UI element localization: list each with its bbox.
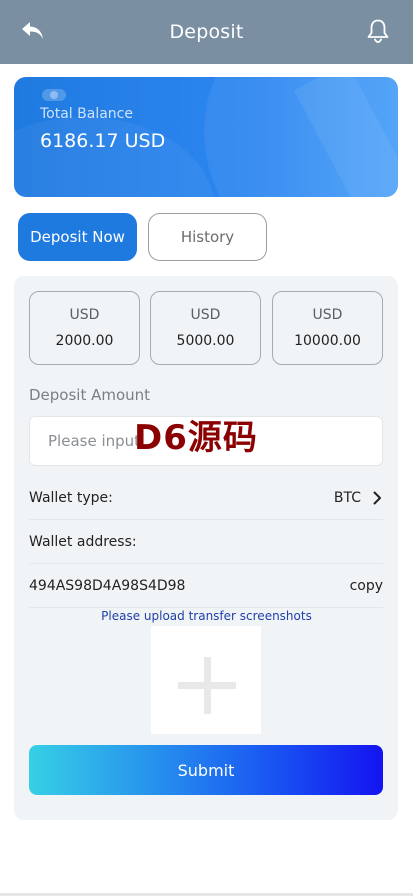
- balance-amount: 6186.17 USD: [40, 130, 166, 152]
- bell-icon[interactable]: [363, 16, 393, 46]
- copy-button[interactable]: copy: [350, 578, 383, 594]
- wallet-address-value: 494AS98D4A98S4D98: [29, 577, 186, 594]
- wallet-address-label: Wallet address:: [29, 533, 137, 550]
- page-title: Deposit: [169, 21, 244, 43]
- tab-history[interactable]: History: [148, 213, 267, 261]
- amount-option-value: 10000.00: [294, 333, 361, 349]
- balance-card: Total Balance 6186.17 USD: [14, 77, 398, 197]
- deposit-amount-input[interactable]: [29, 416, 383, 466]
- deposit-page: Deposit Total Balance 6186.17 USD Deposi…: [0, 0, 413, 896]
- card-decoration: [14, 117, 214, 197]
- balance-label: Total Balance: [40, 106, 133, 122]
- tab-deposit-now[interactable]: Deposit Now: [18, 213, 137, 261]
- amount-option-currency: USD: [190, 307, 221, 323]
- copy-group: copy: [350, 578, 383, 594]
- wallet-type-value-group: BTC: [334, 490, 383, 506]
- wallet-type-label: Wallet type:: [29, 489, 113, 506]
- top-bar: Deposit: [0, 0, 413, 64]
- upload-hint: Please upload transfer screenshots: [101, 609, 312, 623]
- wallet-type-selector[interactable]: Wallet type: BTC: [29, 476, 383, 520]
- plus-icon: [204, 657, 211, 714]
- amount-option-value: 2000.00: [55, 333, 114, 349]
- wallet-address-value-row: 494AS98D4A98S4D98 copy: [29, 564, 383, 608]
- amount-option-2000[interactable]: USD 2000.00: [29, 291, 140, 365]
- submit-button[interactable]: Submit: [29, 745, 383, 795]
- amount-option-currency: USD: [312, 307, 343, 323]
- wallet-address-row: Wallet address:: [29, 520, 383, 564]
- amount-option-currency: USD: [69, 307, 100, 323]
- amount-option-value: 5000.00: [176, 333, 235, 349]
- amount-option-10000[interactable]: USD 10000.00: [272, 291, 383, 365]
- upload-screenshot-button[interactable]: [151, 626, 261, 734]
- chevron-right-icon: [373, 491, 383, 505]
- amount-option-5000[interactable]: USD 5000.00: [150, 291, 261, 365]
- deposit-amount-label: Deposit Amount: [29, 386, 151, 404]
- eye-toggle-icon[interactable]: [42, 89, 66, 101]
- back-arrow-icon[interactable]: [18, 16, 48, 46]
- wallet-type-value: BTC: [333, 489, 361, 506]
